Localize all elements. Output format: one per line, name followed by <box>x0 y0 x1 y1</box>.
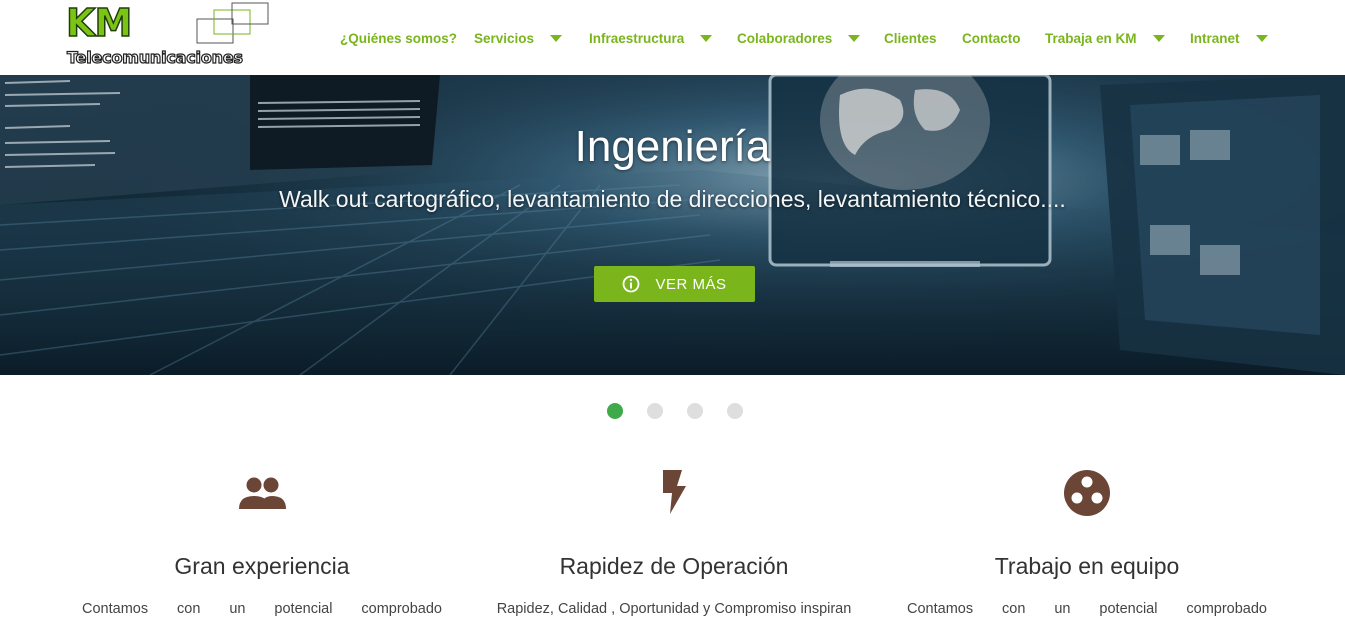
nav-item-infraestructura[interactable]: Infraestructura <box>589 28 713 48</box>
logo-km-text: KM <box>65 1 133 45</box>
feature-text: Contamos con un potencial comprobado <box>907 601 1267 617</box>
nav-item-colaboradores[interactable]: Colaboradores <box>737 28 861 48</box>
nav-item-quienes-somos[interactable]: ¿Quiénes somos? <box>340 28 457 48</box>
nav-item-trabaja-en-km[interactable]: Trabaja en KM <box>1045 28 1165 48</box>
feature-text: Contamos con un potencial comprobado <box>82 601 442 617</box>
caret-down-icon <box>848 34 861 42</box>
nav-item-label: Colaboradores <box>737 30 833 46</box>
slider-dot-2[interactable] <box>647 403 663 419</box>
logo[interactable]: KM Telecomunicaciones <box>65 1 271 70</box>
feature-title: Rapidez de Operación <box>559 553 789 579</box>
people-icon <box>239 477 286 509</box>
nav-item-label: Infraestructura <box>589 30 685 46</box>
caret-down-icon <box>550 34 563 42</box>
feature-title: Gran experiencia <box>174 553 350 579</box>
ver-mas-label: VER MÁS <box>655 275 727 293</box>
hero-title: Ingeniería <box>574 122 771 171</box>
hero-subtitle: Walk out cartográfico, levantamiento de … <box>279 186 1066 212</box>
nav-item-clientes[interactable]: Clientes <box>884 28 937 48</box>
slider-dot-1[interactable] <box>607 403 623 419</box>
nav-item-intranet[interactable]: Intranet <box>1190 28 1268 48</box>
ver-mas-button[interactable]: VER MÁS <box>594 266 755 302</box>
caret-down-icon <box>700 34 713 42</box>
slider-dot-4[interactable] <box>727 403 743 419</box>
feature-text: Rapidez, Calidad , Oportunidad y Comprom… <box>496 601 852 617</box>
nav-item-servicios[interactable]: Servicios <box>474 28 563 48</box>
nav-item-contacto[interactable]: Contacto <box>962 28 1021 48</box>
caret-down-icon <box>1255 34 1268 42</box>
feature-title: Trabajo en equipo <box>994 553 1180 579</box>
slider-dot-3[interactable] <box>687 403 703 419</box>
lightning-icon <box>663 470 686 514</box>
nav-item-label: Clientes <box>884 30 937 46</box>
logo-squares-graphic <box>196 2 269 44</box>
caret-down-icon <box>1152 34 1165 42</box>
info-circle-icon <box>623 275 640 293</box>
hero-slider: Ingeniería Walk out cartográfico, levant… <box>0 75 1345 375</box>
team-circle-icon <box>1064 470 1110 516</box>
nav-item-label: Contacto <box>962 30 1021 46</box>
nav-item-label: Trabaja en KM <box>1045 30 1137 46</box>
logo-subtitle: Telecomunicaciones <box>66 47 243 67</box>
nav-item-label: ¿Quiénes somos? <box>340 30 458 46</box>
nav-item-label: Intranet <box>1190 30 1240 46</box>
site-header: KM Telecomunicaciones ¿Quiénes somos? Se… <box>0 0 1345 75</box>
nav-item-label: Servicios <box>474 30 535 46</box>
